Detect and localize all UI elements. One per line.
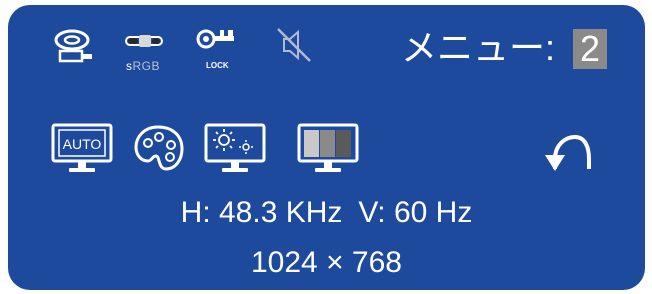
- vertical-frequency: V: 60 Hz: [358, 196, 473, 229]
- speaker-mute-icon: [277, 28, 311, 62]
- auto-adjust-icon[interactable]: AUTO: [51, 123, 113, 175]
- menu-title: メニュー:: [401, 27, 556, 68]
- disc-icon: [54, 29, 92, 63]
- key-lock-icon: [196, 29, 234, 49]
- osd-menu-panel: sRGB LOCK メニュー: 2 AUTO H: 48.3 KHz V: 60…: [8, 5, 645, 290]
- return-icon[interactable]: [543, 129, 593, 173]
- srgb-label: sRGB: [126, 59, 160, 73]
- resolution-info: 1024 × 768: [251, 246, 402, 279]
- brightness-icon[interactable]: [204, 123, 266, 175]
- color-palette-icon[interactable]: [132, 123, 186, 175]
- color-bars-icon[interactable]: [297, 123, 359, 175]
- frequency-info: H: 48.3 KHz V: 60 Hz: [8, 195, 645, 231]
- lock-label: LOCK: [206, 61, 229, 70]
- horizontal-frequency: H: 48.3 KHz: [180, 196, 343, 229]
- auto-label: AUTO: [63, 136, 102, 152]
- srgb-slider-icon: [125, 35, 163, 47]
- srgb-rgb-text: RGB: [132, 59, 161, 73]
- menu-number: 2: [573, 29, 607, 69]
